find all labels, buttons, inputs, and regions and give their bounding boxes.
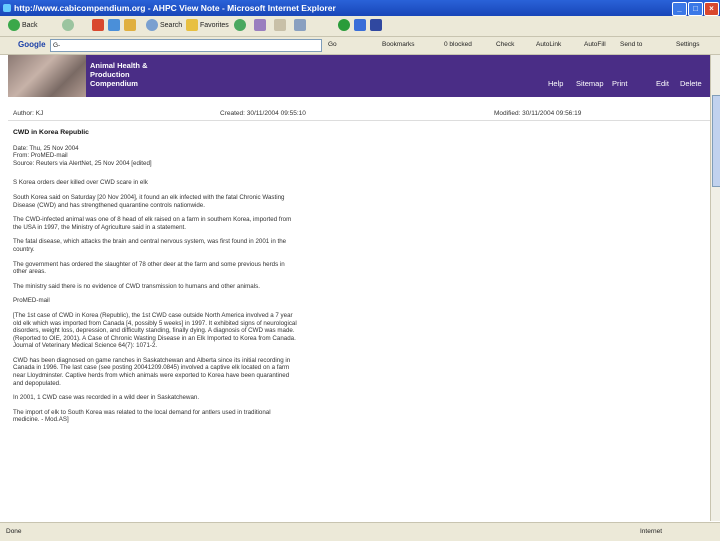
article-paragraph: The import of elk to South Korea was rel… — [13, 408, 271, 424]
ie-icon — [3, 4, 11, 12]
messenger-button[interactable] — [354, 19, 368, 33]
nav-help[interactable]: Help — [548, 79, 563, 88]
back-label: Back — [22, 22, 38, 29]
edit-button[interactable] — [294, 19, 308, 33]
nav-print[interactable]: Print — [612, 79, 627, 88]
mail-button[interactable] — [274, 19, 288, 33]
media-button[interactable] — [234, 19, 248, 33]
page-content: Animal Health & Production Compendium He… — [8, 55, 710, 521]
google-autofill[interactable]: AutoFill — [584, 41, 606, 48]
article-paragraph: The ministry said there is no evidence o… — [13, 282, 260, 290]
site-brand: Animal Health & Production Compendium — [90, 61, 170, 88]
minimize-button[interactable]: _ — [672, 2, 687, 16]
msn-icon — [338, 19, 350, 32]
article-paragraph: South Korea said on Saturday [20 Nov 200… — [13, 193, 285, 209]
scrollbar-thumb[interactable] — [712, 95, 720, 187]
messenger-icon — [354, 19, 366, 32]
note-metadata: Author: KJ Created: 30/11/2004 09:55:10 … — [8, 110, 710, 121]
article-paragraph: The fatal disease, which attacks the bra… — [13, 238, 287, 253]
stop-icon — [92, 19, 104, 32]
status-text: Done — [6, 528, 22, 535]
article-paragraph: The government has ordered the slaughter… — [13, 260, 285, 276]
stop-button[interactable] — [92, 19, 106, 33]
article-paragraph: CWD has been diagnosed on game ranches i… — [13, 356, 291, 387]
nav-sitemap[interactable]: Sitemap — [576, 79, 604, 88]
back-arrow-icon — [8, 19, 20, 32]
search-button[interactable]: Search — [146, 19, 182, 33]
header-photo — [8, 55, 86, 97]
brand-line: Animal Health & — [90, 61, 148, 70]
note-created: Created: 30/11/2004 09:55:10 — [220, 110, 306, 117]
msn-button[interactable] — [338, 19, 352, 33]
google-settings[interactable]: Settings — [676, 41, 700, 48]
google-popup-blocker[interactable]: 0 blocked — [444, 41, 472, 48]
mail-icon — [274, 19, 286, 32]
favorites-label: Favorites — [200, 22, 229, 29]
edit-icon — [294, 19, 306, 32]
home-icon — [124, 19, 136, 32]
brand-line: Compendium — [90, 79, 138, 88]
search-icon — [146, 19, 158, 32]
star-icon — [186, 19, 198, 32]
back-button[interactable]: Back — [8, 19, 38, 33]
article-paragraph: In 2001, 1 CWD case was recorded in a wi… — [13, 394, 200, 402]
article-paragraph: ProMED-mail — [13, 297, 50, 305]
note-modified: Modified: 30/11/2004 09:56:19 — [494, 110, 582, 117]
maximize-button[interactable]: □ — [688, 2, 703, 16]
google-search-input[interactable]: G- — [50, 39, 322, 52]
article-line-from: From: ProMED-mail — [13, 152, 68, 160]
window-title-bar: http://www.cabicompendium.org - AHPC Vie… — [0, 0, 720, 16]
nav-edit[interactable]: Edit — [656, 79, 669, 88]
refresh-icon — [108, 19, 120, 32]
history-button[interactable] — [254, 19, 268, 33]
google-logo: Google — [18, 40, 46, 49]
brand-line: Production — [90, 70, 130, 79]
home-button[interactable] — [124, 19, 138, 33]
note-author: Author: KJ — [13, 110, 44, 117]
google-autolink[interactable]: AutoLink — [536, 41, 561, 48]
browser-toolbar: Back Search Favorites — [0, 16, 720, 37]
media-icon — [234, 19, 246, 32]
google-go-button[interactable]: Go — [328, 41, 337, 48]
article-paragraph: The CWD-infected animal was one of 8 hea… — [13, 216, 292, 231]
forward-arrow-icon — [62, 19, 74, 32]
search-label: Search — [160, 22, 183, 29]
google-check[interactable]: Check — [496, 41, 514, 48]
research-icon — [370, 19, 382, 32]
research-button[interactable] — [370, 19, 384, 33]
site-header: Animal Health & Production Compendium He… — [8, 55, 710, 97]
forward-button[interactable] — [62, 19, 76, 33]
article-body: CWD in Korea Republic Date: Thu, 25 Nov … — [13, 129, 298, 431]
status-zone: Internet — [640, 528, 663, 535]
article-line-date: Date: Thu, 25 Nov 2004 — [13, 144, 79, 152]
history-icon — [254, 19, 266, 32]
refresh-button[interactable] — [108, 19, 122, 33]
window-title: http://www.cabicompendium.org - AHPC Vie… — [14, 3, 336, 13]
close-button[interactable]: × — [704, 2, 719, 16]
article-line-source: Source: Reuters via AlertNet, 25 Nov 200… — [13, 159, 152, 167]
google-search-placeholder: G- — [53, 42, 61, 49]
article-title: CWD in Korea Republic — [13, 129, 89, 136]
status-bar: Done Internet — [0, 522, 720, 541]
favorites-button[interactable]: Favorites — [186, 19, 229, 33]
article-paragraph: [The 1st case of CWD in Korea (Republic)… — [13, 311, 297, 350]
google-send-to[interactable]: Send to — [620, 41, 642, 48]
article-line: Date: Thu, 25 Nov 2004 From: ProMED-mail… — [13, 145, 298, 168]
google-toolbar: Google G- Go Bookmarks 0 blocked Check A… — [0, 37, 720, 55]
vertical-scrollbar[interactable] — [710, 55, 720, 521]
nav-delete[interactable]: Delete — [680, 79, 702, 88]
google-bookmarks[interactable]: Bookmarks — [382, 41, 415, 48]
article-paragraph: S Korea orders deer killed over CWD scar… — [13, 179, 148, 187]
